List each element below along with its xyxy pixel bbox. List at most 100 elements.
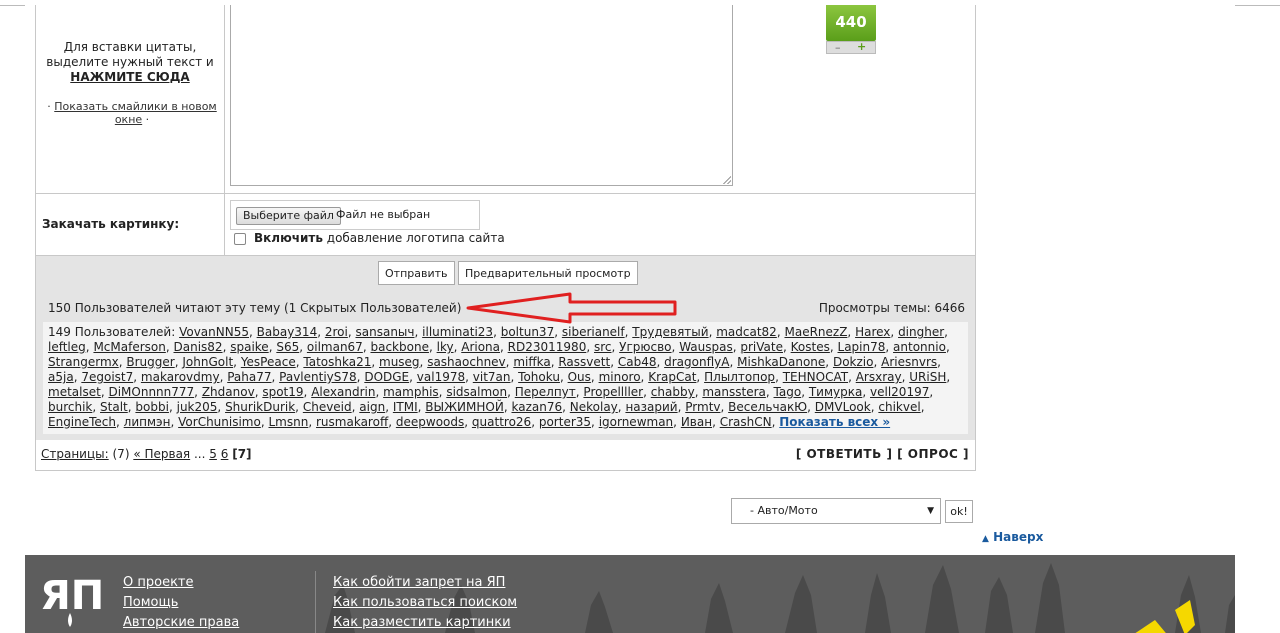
user-link[interactable]: S65 (276, 340, 299, 354)
user-link[interactable]: deepwoods (396, 415, 464, 429)
user-link[interactable]: vell20197 (870, 385, 929, 399)
user-link[interactable]: Wauspas (679, 340, 733, 354)
user-link[interactable]: siberianelf (562, 325, 625, 339)
user-link[interactable]: sidsalmon (446, 385, 507, 399)
user-link[interactable]: Угрюсво (619, 340, 671, 354)
user-link[interactable]: juk205 (177, 400, 218, 414)
user-link[interactable]: vit7an (473, 370, 511, 384)
user-link[interactable]: RD23011980 (508, 340, 587, 354)
user-link[interactable]: spaike (230, 340, 268, 354)
user-link[interactable]: val1978 (417, 370, 465, 384)
user-link[interactable]: quattro26 (472, 415, 531, 429)
user-link[interactable]: priVate (740, 340, 783, 354)
user-link[interactable]: DiMOnnnn777 (108, 385, 194, 399)
user-link[interactable]: madcat82 (716, 325, 777, 339)
user-link[interactable]: Tohoku (518, 370, 560, 384)
logo-checkbox[interactable] (234, 233, 246, 245)
user-link[interactable]: miffka (513, 355, 550, 369)
user-link[interactable]: spot19 (262, 385, 303, 399)
footer-link-help[interactable]: Помощь (123, 593, 239, 613)
quote-action-link[interactable]: НАЖМИТЕ СЮДА (70, 70, 189, 84)
user-link[interactable]: backbone (370, 340, 428, 354)
user-link[interactable]: JohnGolt (182, 355, 233, 369)
user-link[interactable]: Lmsnn (269, 415, 309, 429)
user-link[interactable]: Paha77 (227, 370, 271, 384)
reply-button[interactable]: [ ОТВЕТИТЬ ] (796, 447, 893, 461)
user-link[interactable]: Brugger (126, 355, 174, 369)
user-link[interactable]: Zhdanov (202, 385, 255, 399)
user-link[interactable]: ITMI (393, 400, 418, 414)
user-link[interactable]: mansstera (702, 385, 766, 399)
preview-button[interactable]: Предварительный просмотр (458, 261, 638, 285)
user-link[interactable]: TEHNOCAT (783, 370, 848, 384)
user-link[interactable]: URiSH (909, 370, 946, 384)
user-link[interactable]: Harex (855, 325, 890, 339)
pages-label-link[interactable]: Страницы: (41, 447, 109, 461)
user-link[interactable]: sansanыч (356, 325, 415, 339)
user-link[interactable]: ВесельчакЮ (728, 400, 807, 414)
user-link[interactable]: VovanNN55 (179, 325, 249, 339)
user-link[interactable]: aign (359, 400, 385, 414)
back-to-top-link[interactable]: ▲ Наверх (982, 530, 1043, 544)
user-link[interactable]: kazan76 (511, 400, 562, 414)
user-link[interactable]: Плылтопор (704, 370, 775, 384)
user-link[interactable]: porter35 (539, 415, 591, 429)
user-link[interactable]: chikvel (878, 400, 920, 414)
choose-file-button[interactable]: Выберите файл (236, 207, 341, 225)
forum-jump-ok-button[interactable]: ok! (945, 500, 973, 523)
user-link[interactable]: Propellller (583, 385, 643, 399)
footer-link-about[interactable]: О проекте (123, 573, 239, 593)
user-link[interactable]: Nekolay (570, 400, 618, 414)
user-link[interactable]: lky (437, 340, 454, 354)
user-link[interactable]: Трудевятый (632, 325, 708, 339)
page-5-link[interactable]: 5 (209, 447, 217, 461)
karma-minus-button[interactable]: – (835, 42, 841, 53)
show-all-users-link[interactable]: Показать всех » (779, 415, 890, 429)
user-link[interactable]: Ariona (461, 340, 500, 354)
user-link[interactable]: ВЫЖИМНОЙ (425, 400, 504, 414)
user-link[interactable]: igornewman (599, 415, 673, 429)
user-link[interactable]: Kostes (791, 340, 830, 354)
user-link[interactable]: oilman67 (307, 340, 363, 354)
user-link[interactable]: KrapCat (648, 370, 696, 384)
user-link[interactable]: Arsxray (856, 370, 902, 384)
send-button[interactable]: Отправить (378, 261, 455, 285)
user-link[interactable]: Tago (774, 385, 802, 399)
user-link[interactable]: Tatoshka21 (303, 355, 371, 369)
user-link[interactable]: bobbi (135, 400, 169, 414)
user-link[interactable]: Babay314 (257, 325, 318, 339)
user-link[interactable]: chabby (651, 385, 695, 399)
user-link[interactable]: Dokzio (833, 355, 874, 369)
user-link[interactable]: DODGE (364, 370, 409, 384)
forum-jump-select[interactable]: - Авто/Мото ▼ (731, 498, 941, 524)
page-6-link[interactable]: 6 (221, 447, 229, 461)
user-link[interactable]: VorChunisimo (178, 415, 261, 429)
user-link[interactable]: Ous (568, 370, 591, 384)
user-link[interactable]: metalset (48, 385, 101, 399)
user-link[interactable]: Ariesnvrs (881, 355, 937, 369)
footer-link-search-help[interactable]: Как пользоваться поиском (333, 593, 517, 613)
user-link[interactable]: MaeRnezZ (784, 325, 847, 339)
user-link[interactable]: Danis82 (174, 340, 223, 354)
user-link[interactable]: sashaochnev (427, 355, 505, 369)
user-link[interactable]: minoro (599, 370, 641, 384)
user-link[interactable]: Alexandrin (311, 385, 375, 399)
resize-handle[interactable] (723, 176, 731, 184)
user-link[interactable]: Stalt (100, 400, 128, 414)
user-link[interactable]: dragonflyA (664, 355, 729, 369)
user-link[interactable]: MishkaDanone (737, 355, 825, 369)
user-link[interactable]: Cheveid (303, 400, 352, 414)
user-link[interactable]: EngineTech (48, 415, 116, 429)
user-link[interactable]: mamphis (383, 385, 439, 399)
first-page-link[interactable]: « Первая (133, 447, 190, 461)
user-link[interactable]: a5ja (48, 370, 74, 384)
user-link[interactable]: липмэн (124, 415, 171, 429)
user-link[interactable]: PavlentiyS78 (279, 370, 357, 384)
user-link[interactable]: burchik (48, 400, 92, 414)
user-link[interactable]: McMaferson (93, 340, 165, 354)
user-link[interactable]: Иван (681, 415, 712, 429)
user-link[interactable]: 7egoist7 (81, 370, 133, 384)
user-link[interactable]: makarovdmy (141, 370, 220, 384)
user-link[interactable]: src (594, 340, 612, 354)
user-link[interactable]: ShurikDurik (225, 400, 295, 414)
